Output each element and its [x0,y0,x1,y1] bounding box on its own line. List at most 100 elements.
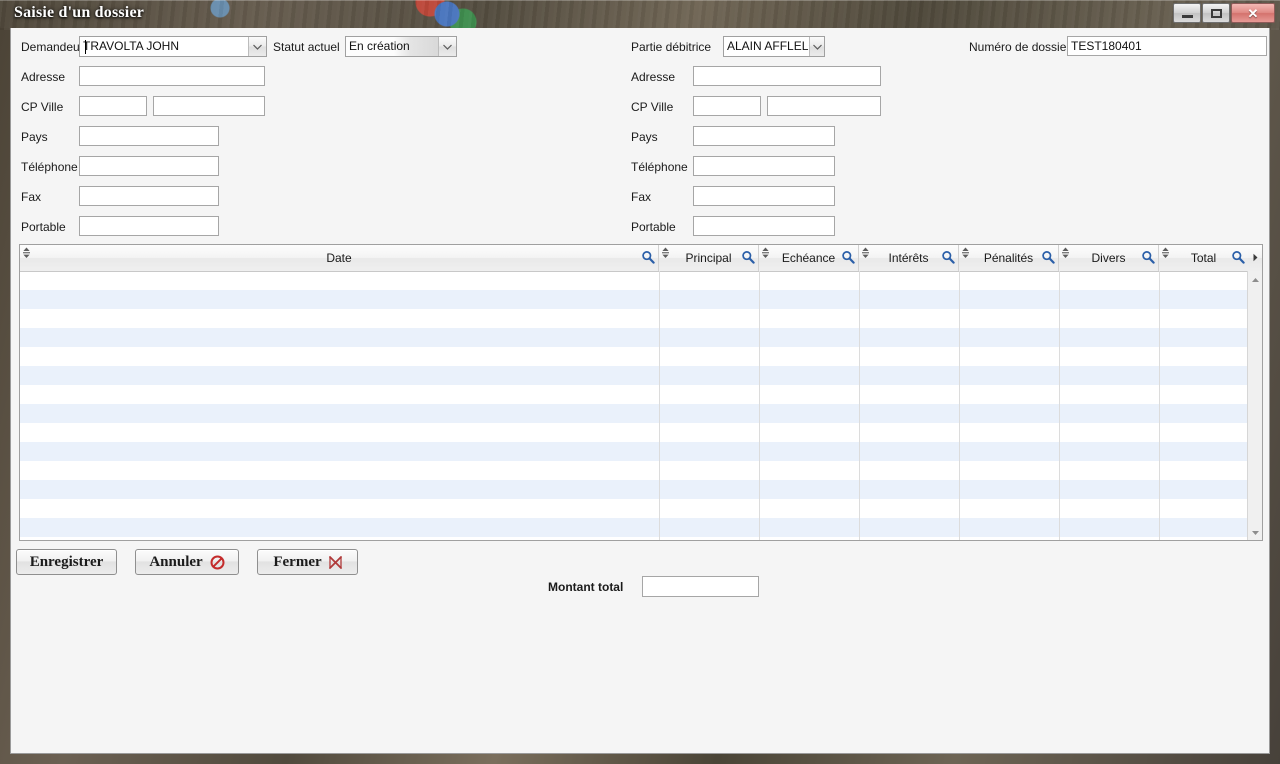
demandeur-label: Demandeur [21,40,84,54]
close-dialog-button[interactable]: Fermer [257,549,358,575]
right-adresse-label: Adresse [631,70,676,84]
table-row[interactable] [20,271,1247,290]
partie-debitrice-combo[interactable]: ALAIN AFFLELOU [723,36,825,57]
search-icon[interactable] [941,250,955,264]
window-titlebar[interactable]: Saisie d'un dossier ✕ [0,0,1280,28]
cancel-button-label: Annuler [149,553,203,570]
grid-column-interets[interactable]: Intérêts [859,245,959,271]
table-row[interactable] [20,423,1247,442]
left-portable-input[interactable] [79,216,219,236]
chevron-right-icon [1252,249,1259,267]
table-row[interactable] [20,366,1247,385]
right-portable-label: Portable [631,220,676,234]
window-title: Saisie d'un dossier [14,4,145,21]
partie-debitrice-value: ALAIN AFFLELOU [727,39,809,53]
numero-dossier-input[interactable] [1067,36,1267,56]
grid-column-penalites[interactable]: Pénalités [959,245,1059,271]
table-row[interactable] [20,404,1247,423]
cancel-button[interactable]: Annuler [135,549,239,575]
statut-actuel-label: Statut actuel [273,40,340,54]
search-icon[interactable] [841,250,855,264]
scroll-up-button[interactable] [1248,271,1262,287]
minimize-button[interactable] [1173,3,1201,23]
grid-column-label: Date [326,251,352,265]
close-dialog-button-label: Fermer [273,553,322,570]
right-fax-input[interactable] [693,186,835,206]
right-cp-ville-label: CP Ville [631,100,674,114]
table-row[interactable] [20,290,1247,309]
close-x-icon [328,555,342,569]
demandeur-text-caret [85,40,86,54]
search-icon[interactable] [1041,250,1055,264]
grid-column-label: Divers [1091,251,1126,265]
table-row[interactable] [20,499,1247,518]
sort-icon[interactable] [22,247,31,259]
sort-icon[interactable] [661,247,670,259]
left-adresse-input[interactable] [79,66,265,86]
left-telephone-label: Téléphone [21,160,78,174]
right-pays-label: Pays [631,130,658,144]
table-row[interactable] [20,328,1247,347]
sort-icon[interactable] [861,247,870,259]
sort-icon[interactable] [1161,247,1170,259]
right-adresse-input[interactable] [693,66,881,86]
grid-vertical-scrollbar[interactable] [1247,271,1262,540]
left-cp-ville-label: CP Ville [21,100,64,114]
search-icon[interactable] [1231,250,1245,264]
table-row[interactable] [20,480,1247,499]
sort-icon[interactable] [961,247,970,259]
minimize-icon [1174,4,1200,22]
chevron-down-icon[interactable] [809,37,824,56]
grid-column-label: Pénalités [983,251,1034,265]
application-window: Saisie d'un dossier ✕ Demandeur TRAVOLTA… [0,0,1280,764]
grid-column-principal[interactable]: Principal [659,245,759,271]
right-telephone-input[interactable] [693,156,835,176]
sort-icon[interactable] [761,247,770,259]
grid-column-total[interactable]: Total [1159,245,1248,271]
demandeur-value: TRAVOLTA JOHN [83,39,180,53]
table-row[interactable] [20,309,1247,328]
table-row[interactable] [20,461,1247,480]
statut-actuel-value: En création [346,37,438,56]
maximize-icon [1203,4,1229,22]
scroll-down-button[interactable] [1248,524,1262,540]
table-row[interactable] [20,442,1247,461]
left-telephone-input[interactable] [79,156,219,176]
close-button[interactable]: ✕ [1231,3,1275,23]
chevron-down-icon[interactable] [438,37,456,56]
left-ville-input[interactable] [153,96,265,116]
right-ville-input[interactable] [767,96,881,116]
right-fax-label: Fax [631,190,652,204]
statut-actuel-combo[interactable]: En création [345,36,457,57]
search-icon[interactable] [641,250,655,264]
demandeur-combo[interactable]: TRAVOLTA JOHN [79,36,267,57]
window-client-area: Demandeur TRAVOLTA JOHN Statut actuel En… [10,28,1270,754]
sort-icon[interactable] [1061,247,1070,259]
search-icon[interactable] [741,250,755,264]
table-row[interactable] [20,347,1247,366]
left-fax-label: Fax [21,190,42,204]
montant-total-input[interactable] [642,576,759,597]
grid-body[interactable] [20,271,1247,540]
save-button-label: Enregistrer [29,553,104,570]
save-button[interactable]: Enregistrer [16,549,117,575]
grid-column-label: Intérêts [888,251,929,265]
grid-scroll-right-button[interactable] [1248,245,1262,271]
grid-column-echeance[interactable]: Echéance [759,245,859,271]
left-fax-input[interactable] [79,186,219,206]
maximize-button[interactable] [1202,3,1230,23]
left-cp-input[interactable] [79,96,147,116]
amounts-grid[interactable]: Date Principal Echéance Intérêts Pénalit… [19,244,1263,541]
right-cp-input[interactable] [693,96,761,116]
right-portable-input[interactable] [693,216,835,236]
close-icon: ✕ [1247,5,1259,21]
grid-column-divers[interactable]: Divers [1059,245,1159,271]
window-controls: ✕ [1173,3,1275,23]
left-pays-input[interactable] [79,126,219,146]
right-pays-input[interactable] [693,126,835,146]
chevron-down-icon[interactable] [248,37,266,56]
table-row[interactable] [20,518,1247,537]
table-row[interactable] [20,385,1247,404]
grid-column-date[interactable]: Date [20,245,659,271]
search-icon[interactable] [1141,250,1155,264]
